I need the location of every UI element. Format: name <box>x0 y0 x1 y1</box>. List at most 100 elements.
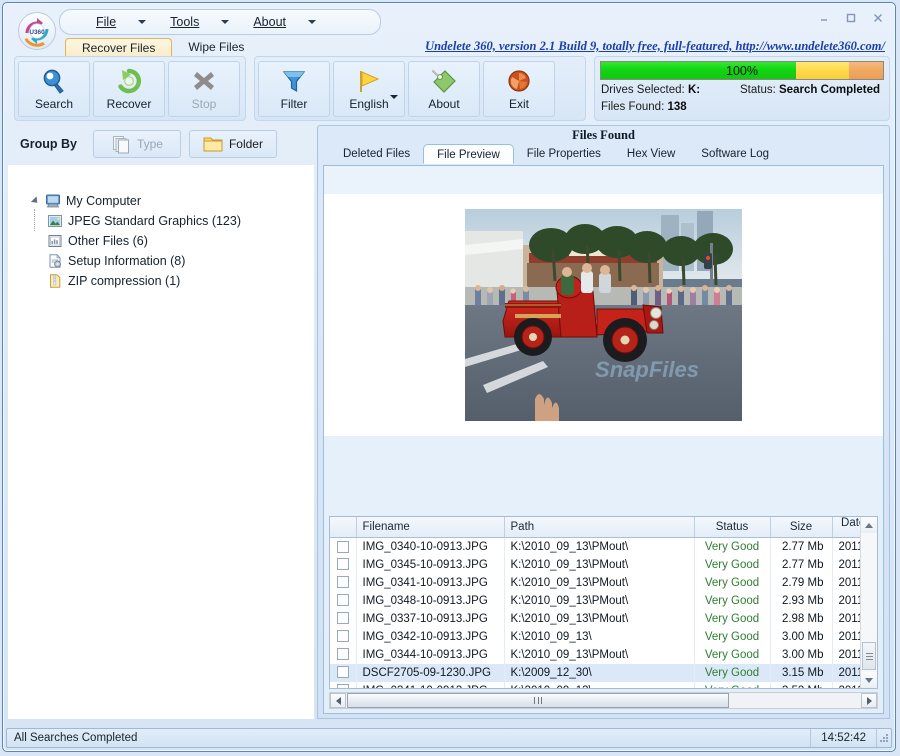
preview-image: SnapFiles <box>465 209 742 421</box>
table-row[interactable]: IMG_0348-10-0913.JPG K:\2010_09_13\PMout\… <box>330 591 877 610</box>
cell-path: K:\2010_09_13\PMout\ <box>504 591 695 610</box>
row-checkbox-cell[interactable] <box>330 627 357 646</box>
computer-icon <box>46 194 60 208</box>
menu-about[interactable]: About <box>253 10 317 34</box>
row-checkbox[interactable] <box>336 630 349 643</box>
table-row[interactable]: IMG_0345-10-0913.JPG K:\2010_09_13\PMout\… <box>330 555 877 574</box>
row-checkbox-cell[interactable] <box>330 537 357 556</box>
row-checkbox[interactable] <box>336 666 349 679</box>
cell-status: Very Good <box>694 681 771 688</box>
minimize-icon[interactable] <box>815 10 833 25</box>
search-button[interactable]: Search <box>18 60 90 117</box>
group-by-folder-button[interactable]: Folder <box>188 130 277 158</box>
other-file-icon <box>48 235 62 247</box>
about-button[interactable]: About <box>408 60 480 117</box>
table-row[interactable]: IMG_0342-10-0913.JPG K:\2010_09_13\ Very G… <box>330 627 877 646</box>
promo-link[interactable]: Undelete 360, version 2.1 Build 9, total… <box>425 39 885 54</box>
menu-about-label: About <box>253 15 287 29</box>
row-checkbox-cell[interactable] <box>330 681 357 688</box>
window-frame: U360 File Tools About Recover Files Wipe… <box>2 2 896 752</box>
tab-wipe-files[interactable]: Wipe Files <box>172 38 260 57</box>
tree-root-my-computer[interactable]: My Computer <box>30 191 314 211</box>
row-checkbox[interactable] <box>336 594 349 607</box>
cell-size: 2.79 Mb <box>770 573 833 592</box>
row-checkbox-cell[interactable] <box>330 645 357 664</box>
chevron-down-icon[interactable] <box>221 20 230 24</box>
scroll-up-button[interactable] <box>861 517 877 533</box>
row-checkbox[interactable] <box>336 612 349 625</box>
exit-icon <box>508 70 530 92</box>
column-header-check[interactable] <box>330 517 357 538</box>
row-checkbox[interactable] <box>336 558 349 571</box>
group-by-type-button[interactable]: Type <box>92 130 181 158</box>
tab-file-properties[interactable]: File Properties <box>514 144 614 164</box>
tab-deleted-files[interactable]: Deleted Files <box>330 144 423 164</box>
column-header-status[interactable]: Status <box>694 517 771 538</box>
cell-size: 3.52 Mb <box>770 681 833 688</box>
cell-path: K:\2010_09_13\PMout\ <box>504 609 695 628</box>
setup-info-icon <box>49 253 62 268</box>
scroll-right-button[interactable] <box>861 693 877 708</box>
tab-hex-view[interactable]: Hex View <box>614 144 688 164</box>
table-row[interactable]: IMG_0341-10-0913.JPGK:\2010_09_13\Very G… <box>330 681 877 688</box>
table-row[interactable]: DSCF2705-09-1230.JPG K:\2009_12_30\ Very G… <box>330 663 877 682</box>
tab-file-preview[interactable]: File Preview <box>423 144 514 164</box>
tree-item-zip-label: ZIP compression (1) <box>68 274 181 288</box>
tree-item-setup-info-label: Setup Information (8) <box>68 254 186 268</box>
cell-size: 3.00 Mb <box>770 627 833 646</box>
menu-file[interactable]: File <box>96 10 147 34</box>
menu-tools[interactable]: Tools <box>170 10 230 34</box>
resize-grip-icon[interactable] <box>877 731 891 745</box>
files-table-container[interactable]: Filename Path Status Size Date Cre▲ IMG_… <box>329 516 878 689</box>
tree-item-other-files[interactable]: Other Files (6) <box>47 231 314 251</box>
column-header-filename[interactable]: Filename <box>356 517 505 538</box>
scroll-left-button[interactable] <box>330 693 346 708</box>
chevron-down-icon[interactable] <box>138 20 147 24</box>
close-icon[interactable] <box>869 10 887 25</box>
row-checkbox[interactable] <box>336 684 349 688</box>
preview-tabstrip: Deleted Files File Preview File Properti… <box>318 144 889 164</box>
grip-icon <box>865 652 873 660</box>
file-group-tree-panel[interactable]: My Computer JPEG Standard Graphics (123) <box>8 165 314 719</box>
row-checkbox[interactable] <box>336 576 349 589</box>
recover-button[interactable]: Recover <box>93 60 165 117</box>
chevron-down-icon[interactable] <box>308 20 317 24</box>
row-checkbox-cell[interactable] <box>330 591 357 610</box>
tag-icon <box>431 69 456 93</box>
column-header-path[interactable]: Path <box>504 517 695 538</box>
scroll-down-button[interactable] <box>861 672 877 688</box>
expand-collapse-icon[interactable] <box>30 196 40 206</box>
language-button[interactable]: English <box>333 60 405 117</box>
row-checkbox-cell[interactable] <box>330 663 357 682</box>
column-header-size[interactable]: Size <box>770 517 833 538</box>
status-bar-time: 14:52:42 <box>811 729 877 747</box>
undelete360-logo: U360 <box>17 11 57 51</box>
tree-item-setup-info[interactable]: Setup Information (8) <box>47 251 314 271</box>
table-row[interactable]: IMG_0337-10-0913.JPG K:\2010_09_13\PMout\… <box>330 609 877 628</box>
row-checkbox[interactable] <box>336 540 349 553</box>
recover-arrow-icon <box>118 68 142 94</box>
stop-button[interactable]: Stop <box>168 60 240 117</box>
table-row[interactable]: IMG_0340-10-0913.JPG K:\2010_09_13\PMout\… <box>330 537 877 556</box>
vertical-scroll-thumb[interactable] <box>862 642 876 670</box>
row-checkbox-cell[interactable] <box>330 573 357 592</box>
exit-button[interactable]: Exit <box>483 60 555 117</box>
chevron-down-icon[interactable] <box>390 94 398 99</box>
filter-button[interactable]: Filter <box>258 60 330 117</box>
row-checkbox[interactable] <box>336 648 349 661</box>
table-horizontal-scrollbar[interactable] <box>329 692 878 709</box>
row-checkbox-cell[interactable] <box>330 609 357 628</box>
table-row[interactable]: IMG_0344-10-0913.JPG K:\2010_09_13\PMout\… <box>330 645 877 664</box>
row-checkbox-cell[interactable] <box>330 555 357 574</box>
tree-item-jpeg[interactable]: JPEG Standard Graphics (123) <box>47 211 314 231</box>
table-row[interactable]: IMG_0341-10-0913.JPG K:\2010_09_13\PMout\… <box>330 573 877 592</box>
toolbar-group-tools: Filter English About Exit <box>254 56 586 121</box>
tab-software-log[interactable]: Software Log <box>688 144 782 164</box>
table-vertical-scrollbar[interactable] <box>860 517 877 688</box>
maximize-icon[interactable] <box>842 10 860 25</box>
horizontal-scroll-thumb[interactable] <box>347 693 729 708</box>
files-table: Filename Path Status Size Date Cre▲ IMG_… <box>330 517 877 688</box>
tab-recover-files[interactable]: Recover Files <box>65 38 173 57</box>
tree-item-zip[interactable]: ZIP compression (1) <box>47 271 314 291</box>
preview-watermark: SnapFiles <box>595 357 699 382</box>
